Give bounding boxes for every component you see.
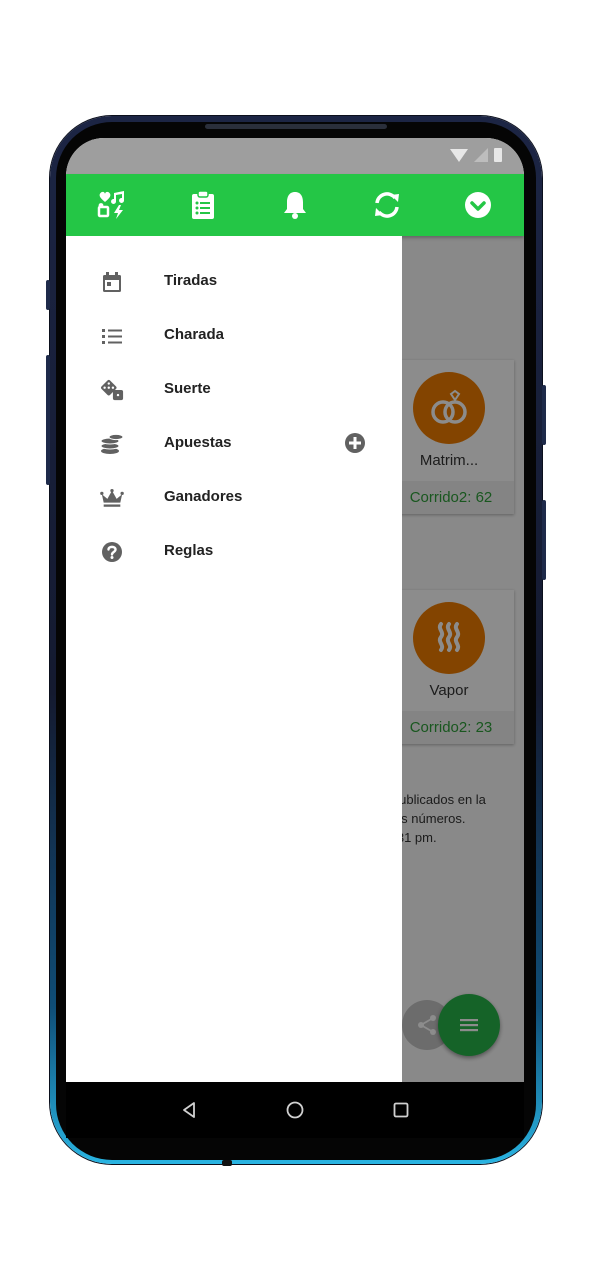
- status-bar: [66, 138, 524, 174]
- add-bet-button[interactable]: [344, 432, 366, 454]
- drawer-item-label: Charada: [164, 326, 225, 343]
- drawer-item-label: Tiradas: [164, 272, 218, 289]
- drawer-item-suerte[interactable]: Suerte: [66, 363, 402, 417]
- plus-circle-icon: [345, 433, 365, 453]
- recents-button[interactable]: [387, 1096, 415, 1124]
- sync-icon[interactable]: [370, 188, 404, 222]
- drawer-item-apuestas[interactable]: Apuestas: [66, 417, 402, 471]
- drawer-item-label: Suerte: [164, 380, 211, 397]
- drawer-item-tiradas[interactable]: Tiradas: [66, 255, 402, 309]
- app-toolbar: [66, 174, 524, 236]
- drawer-item-ganadores[interactable]: Ganadores: [66, 471, 402, 525]
- home-button[interactable]: [281, 1096, 309, 1124]
- dice-icon: [100, 378, 124, 402]
- side-button: [46, 280, 50, 310]
- crown-icon: [100, 486, 124, 510]
- phone-screen: Matrim... Corrido2: 62 Vapor Corrido2: 2…: [66, 138, 524, 1138]
- navigation-drawer: Tiradas Charada Suerte Apuestas Ganadore…: [66, 236, 402, 1082]
- drawer-item-label: Ganadores: [164, 488, 243, 505]
- check-circle-icon[interactable]: [461, 188, 495, 222]
- battery-icon: [494, 148, 502, 162]
- heart-music-shapes-icon[interactable]: [95, 188, 129, 222]
- drawer-item-charada[interactable]: Charada: [66, 309, 402, 363]
- side-button: [542, 385, 546, 445]
- usb-port: [222, 1160, 232, 1166]
- calendar-icon: [100, 270, 124, 294]
- question-circle-icon: [100, 540, 124, 564]
- back-triangle-icon: [183, 1102, 195, 1118]
- coins-icon: [100, 432, 124, 456]
- system-navigation-bar: [66, 1082, 524, 1138]
- side-button: [542, 500, 546, 580]
- bell-icon[interactable]: [278, 188, 312, 222]
- home-circle-icon: [286, 1101, 304, 1119]
- wifi-icon: [450, 148, 468, 162]
- back-button[interactable]: [175, 1096, 203, 1124]
- drawer-item-label: Apuestas: [164, 434, 232, 451]
- list-icon: [100, 324, 124, 348]
- drawer-item-label: Reglas: [164, 542, 214, 559]
- recents-square-icon: [393, 1102, 409, 1118]
- earpiece-speaker: [205, 124, 387, 129]
- clipboard-list-icon[interactable]: [186, 188, 220, 222]
- side-button: [46, 355, 50, 485]
- drawer-item-reglas[interactable]: Reglas: [66, 525, 402, 579]
- signal-icon: [474, 148, 488, 162]
